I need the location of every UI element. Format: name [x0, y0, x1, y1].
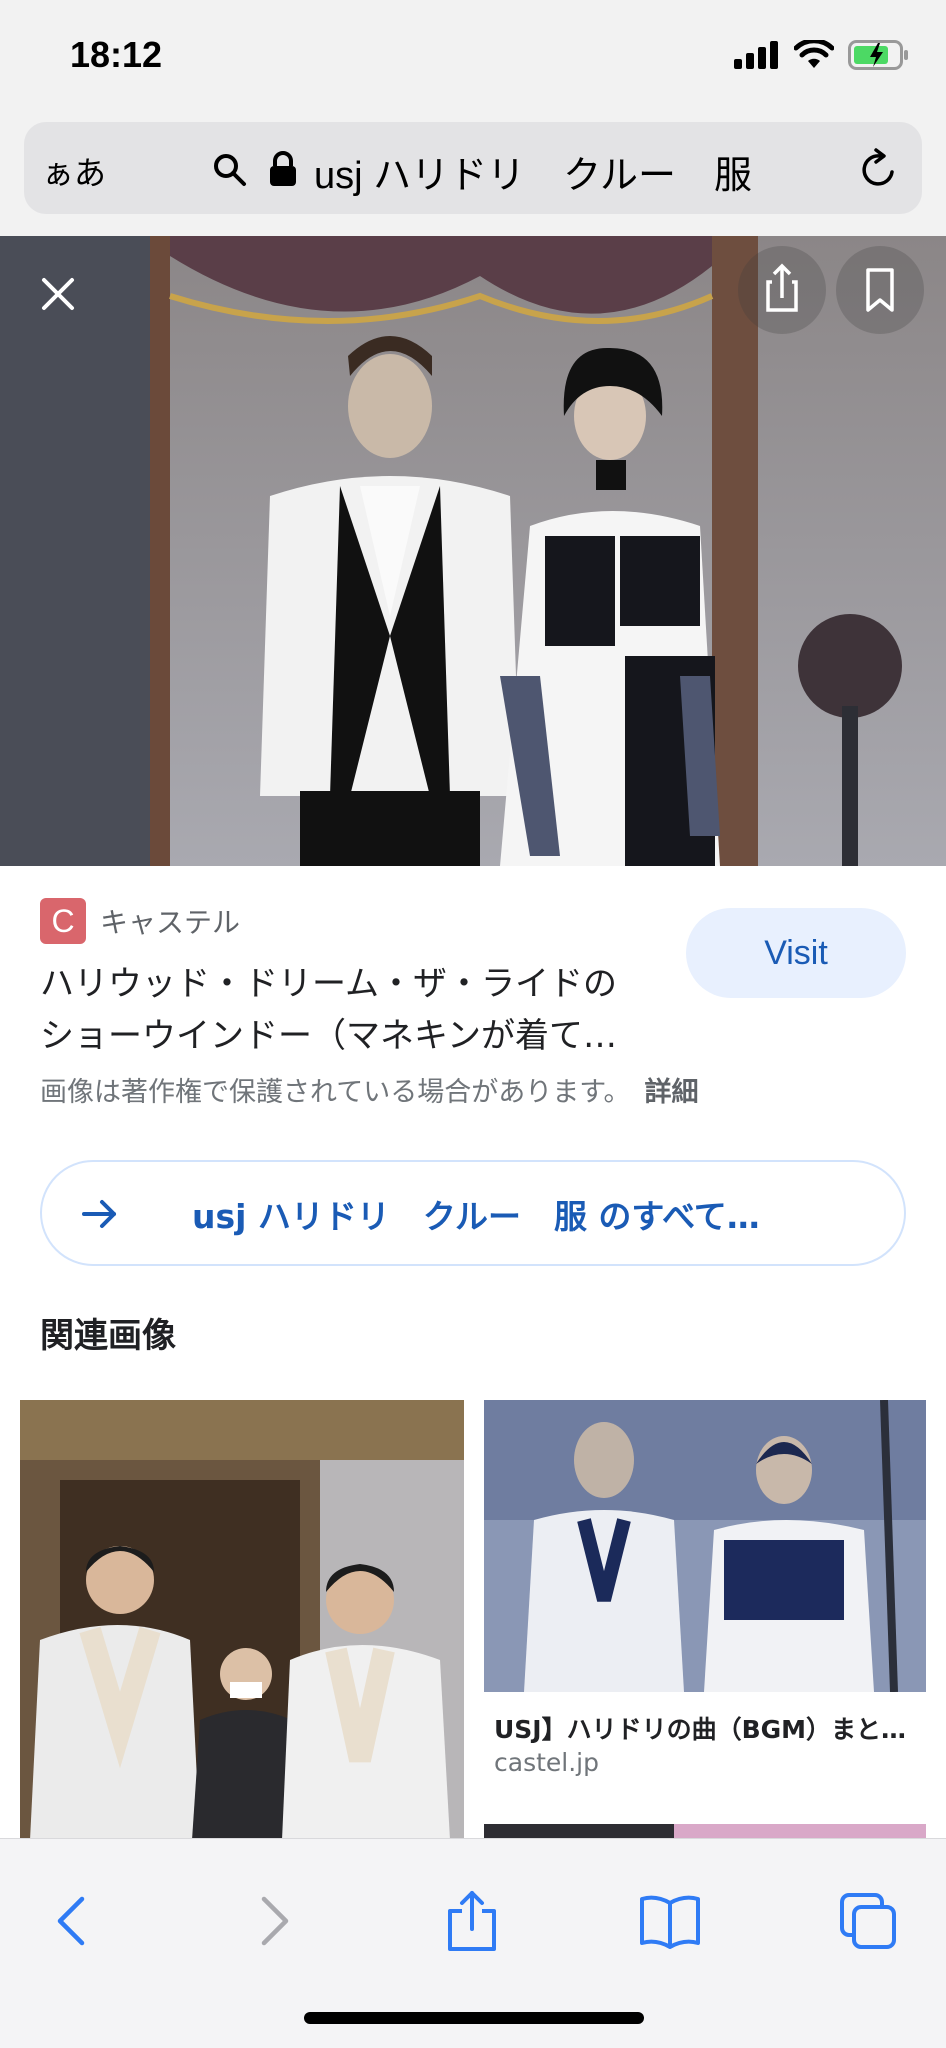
status-time: 18:12: [70, 34, 163, 75]
share-icon: [766, 263, 798, 312]
tabs-icon: [840, 1893, 896, 1949]
related-image-2-title[interactable]: USJ】ハリドリの曲（BGM）まと…: [494, 1710, 906, 1746]
result-title[interactable]: ハリウッド・ドリーム・ザ・ライドの ショーウインドー（マネキンが着て…: [40, 958, 680, 1062]
related-image-1[interactable]: [20, 1400, 464, 1840]
details-link[interactable]: 詳細: [645, 1077, 699, 1108]
bookmarks-button[interactable]: [630, 1881, 710, 1961]
source-row[interactable]: C キャステル: [40, 898, 240, 944]
arrow-right-icon: [82, 1200, 116, 1228]
reload-icon[interactable]: [856, 148, 900, 192]
tabs-button[interactable]: [828, 1881, 908, 1961]
close-icon[interactable]: [30, 266, 86, 322]
see-all-label: usj ハリドリ クルー 服 のすべて…: [192, 1197, 760, 1236]
home-indicator: [304, 2012, 644, 2024]
bookmark-icon: [866, 268, 894, 312]
see-all-results-button[interactable]: usj ハリドリ クルー 服 のすべて…: [40, 1160, 906, 1266]
share-icon: [448, 1891, 496, 1951]
visit-button[interactable]: Visit: [686, 908, 906, 998]
battery-icon: [848, 40, 908, 70]
lock-icon: [270, 151, 296, 186]
related-image-2-source: castel.jp: [494, 1748, 599, 1777]
forward-icon: [261, 1896, 289, 1946]
share-toolbar-button[interactable]: [432, 1881, 512, 1961]
result-title-line-2: ショーウインドー（マネキンが着て…: [40, 1016, 617, 1056]
source-name: キャステル: [100, 906, 241, 939]
result-title-line-1: ハリウッド・ドリーム・ザ・ライドの: [40, 964, 617, 1004]
forward-button[interactable]: [234, 1881, 314, 1961]
back-button[interactable]: [32, 1881, 112, 1961]
text-size-button[interactable]: ぁあ: [42, 148, 106, 194]
related-image-2[interactable]: [484, 1400, 926, 1692]
search-icon: [214, 154, 246, 186]
address-bar-area: ぁあ usj ハリドリ クルー 服: [0, 118, 946, 236]
copyright-notice: 画像は著作権で保護されている場合があります。: [40, 1077, 631, 1108]
result-image[interactable]: [0, 236, 946, 866]
related-photo-window: [484, 1400, 926, 1692]
url-text[interactable]: usj ハリドリ クルー 服: [314, 144, 752, 199]
related-images-heading: 関連画像: [40, 1316, 176, 1356]
status-icons: [734, 40, 910, 70]
share-button[interactable]: [738, 246, 826, 334]
bookmark-button[interactable]: [836, 246, 924, 334]
address-bar[interactable]: ぁあ usj ハリドリ クルー 服: [24, 122, 922, 214]
wifi-icon: [794, 40, 834, 68]
related-photo-crew: [20, 1400, 464, 1840]
back-icon: [57, 1896, 85, 1946]
copyright-row: 画像は著作権で保護されている場合があります。 詳細: [40, 1070, 699, 1109]
signal-icon: [734, 41, 778, 69]
bookmarks-icon: [640, 1895, 700, 1949]
source-logo: C: [40, 898, 86, 944]
status-bar: 18:12: [0, 0, 946, 118]
